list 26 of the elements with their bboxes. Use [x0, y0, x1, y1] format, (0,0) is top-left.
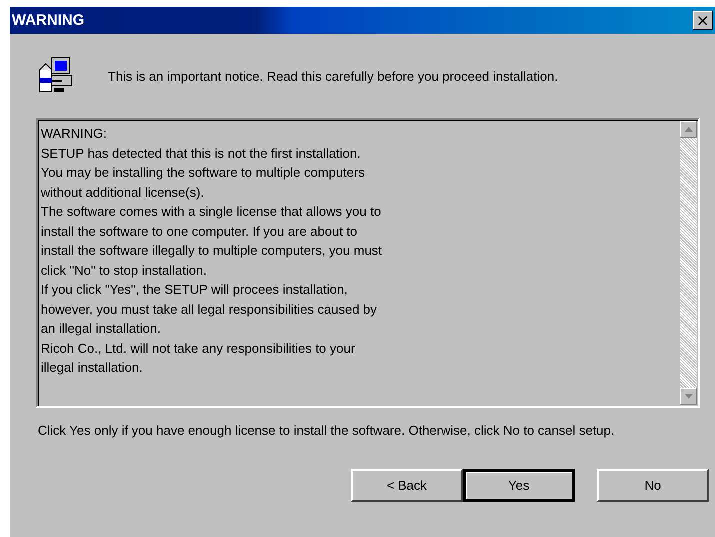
- message-line: install the software to one computer. If you are about to: [41, 222, 358, 241]
- message-line: Ricoh Co., Ltd. will not take any responsibilities to your: [41, 340, 356, 358]
- close-button[interactable]: ×: [693, 11, 713, 30]
- message-line: click "No" to stop installation.: [41, 262, 208, 280]
- dialog-button[interactable]: Yes: [463, 469, 575, 502]
- scrollbar[interactable]: [680, 121, 697, 405]
- message-text-box[interactable]: [36, 118, 700, 408]
- message-line: illegal installation.: [41, 359, 143, 377]
- message-line: If you click "Yes", the SETUP will procees installation,: [41, 281, 348, 299]
- message-line: install the software illegally to multiple computers, you must: [41, 242, 382, 260]
- scroll-up-button[interactable]: [680, 121, 697, 138]
- up-arrow-icon: [684, 127, 692, 132]
- window-title: WARNING: [11, 12, 84, 29]
- message-line: however, you must take all legal responsibilities caused by: [41, 300, 378, 319]
- down-arrow-icon: [684, 394, 692, 399]
- dialog-button[interactable]: < Back: [351, 469, 463, 502]
- dialog-button[interactable]: No: [597, 469, 709, 502]
- notice-text: This is an important notice. Read this carefully before you proceed installation.: [108, 68, 558, 84]
- message-line: SETUP has detected that this is not the first installation.: [41, 144, 361, 162]
- message-line: The software comes with a single license that allows you to: [41, 203, 382, 221]
- message-line: without additional license(s).: [41, 184, 204, 202]
- message-line: You may be installing the software to multiple computers: [41, 164, 365, 182]
- scroll-down-button[interactable]: [680, 388, 697, 405]
- message-line: an illegal installation.: [41, 320, 161, 338]
- instruction-text: Click Yes only if you have enough license to install the software. Otherwise, click No to cansel setup.: [38, 422, 616, 440]
- message-line: WARNING:: [41, 125, 107, 143]
